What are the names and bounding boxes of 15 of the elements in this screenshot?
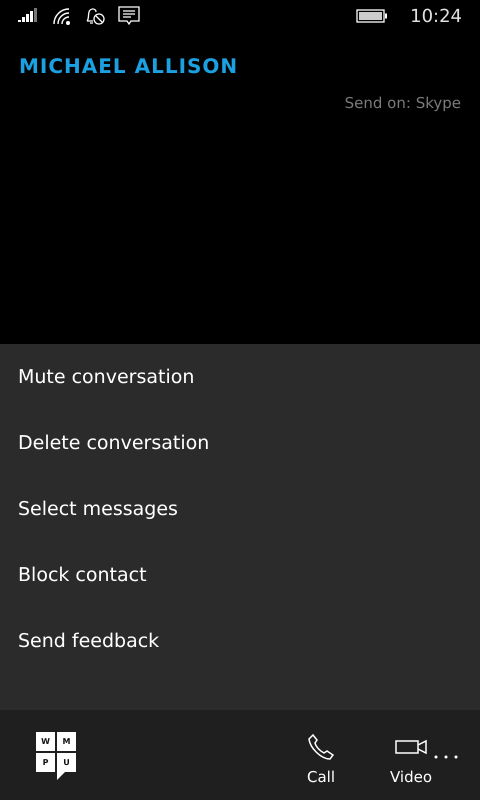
- logo-letter: P: [36, 753, 55, 772]
- send-on-label[interactable]: Send on: Skype: [344, 94, 461, 112]
- call-button[interactable]: Call: [286, 732, 356, 786]
- menu-item[interactable]: Send feedback: [0, 628, 480, 694]
- contact-name: MICHAEL ALLISON: [19, 54, 240, 78]
- menu-item[interactable]: Delete conversation: [0, 430, 480, 496]
- menu-item[interactable]: Select messages: [0, 496, 480, 562]
- menu-item[interactable]: Block contact: [0, 562, 480, 628]
- logo-letter: M: [57, 732, 76, 751]
- menu-item[interactable]: Mute conversation: [0, 364, 480, 430]
- logo-letter: W: [36, 732, 55, 751]
- video-button[interactable]: Video: [376, 732, 446, 786]
- status-time: 10:24: [410, 6, 462, 26]
- app-logo[interactable]: W M P U: [36, 732, 76, 780]
- logo-letter: U: [57, 753, 76, 772]
